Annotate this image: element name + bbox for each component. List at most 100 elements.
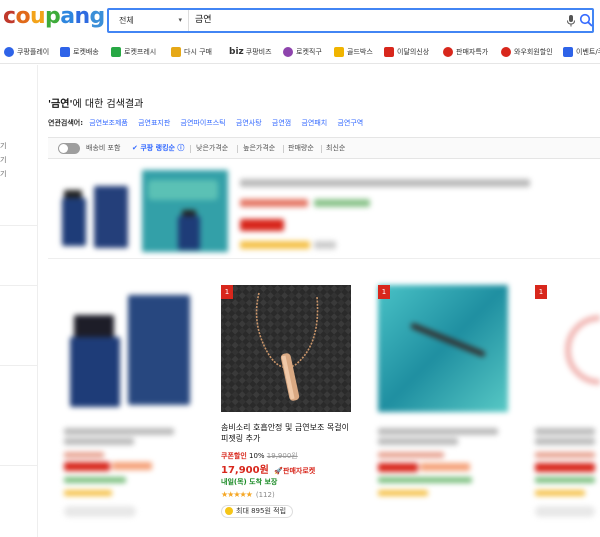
nav-item-events[interactable]: 이벤트/쿠 [563, 44, 600, 60]
product-image[interactable] [535, 285, 600, 412]
rocket-icon: 🚀 [274, 467, 284, 475]
sidebar-fragment[interactable]: 기 [0, 141, 6, 151]
product-image[interactable] [64, 285, 194, 412]
sidebar-divider [0, 465, 37, 466]
sidebar-divider [0, 365, 37, 366]
nav-item-wow-discount[interactable]: 와우회원할인 [501, 44, 553, 60]
related-keyword[interactable]: 금연파이프스틱 [181, 119, 226, 127]
coupang-logo[interactable]: coupang [3, 4, 105, 29]
category-nav: 쿠팡플레이 로켓배송 로켓프레시 다시 구매 biz 쿠팡비즈 로켓직구 골드박스… [0, 40, 600, 64]
necklace-photo [221, 285, 351, 412]
sidebar-fragment[interactable]: 기 [0, 169, 6, 179]
product-card[interactable]: 1 [378, 280, 512, 530]
chevron-down-icon: ▾ [178, 16, 182, 24]
review-count[interactable]: (112) [256, 491, 275, 499]
delivery-fee-toggle[interactable] [58, 143, 80, 154]
search-result-title: '금연'에 대한 검색결과 [48, 95, 143, 110]
related-label: 연관검색어: [48, 119, 83, 127]
nav-label: 로켓배송 [73, 48, 99, 56]
nav-label: 쿠팡비즈 [245, 48, 272, 56]
search-input[interactable] [195, 10, 545, 31]
coupon-row: 쿠폰할인 10% 19,900원 [221, 451, 298, 461]
reward-text: 최대 895원 적립 [236, 507, 287, 515]
rank-badge: 1 [535, 285, 547, 299]
nav-item-rocket-direct[interactable]: 로켓직구 [283, 44, 322, 60]
seller-rocket-badge: 🚀판매자로켓 [274, 467, 315, 475]
search-bar: 전체 ▾ [107, 8, 594, 33]
rank-badge: 1 [378, 285, 390, 299]
bag-icon [384, 47, 394, 57]
star-rating: ★★★★★ (112) [221, 490, 275, 499]
nav-label: 이벤트/쿠 [576, 48, 600, 56]
delivery-fee-label: 배송비 포함 [86, 144, 121, 152]
ad-image [142, 170, 228, 252]
nav-item-rocket-fresh[interactable]: 로켓프레시 [111, 44, 156, 60]
rocket-icon [60, 47, 70, 57]
related-keyword[interactable]: 금연표지판 [138, 119, 170, 127]
nav-label: 이달의신상 [397, 48, 430, 56]
related-keyword[interactable]: 금연구역 [337, 119, 363, 127]
nav-item-coupang-biz[interactable]: biz 쿠팡비즈 [229, 44, 272, 60]
sort-option-ranking[interactable]: ✔ 쿠팡 랭킹순 ⓘ [132, 143, 184, 153]
rank-badge: 1 [221, 285, 233, 299]
product-image[interactable] [221, 285, 351, 412]
wow-icon [501, 47, 511, 57]
related-keyword[interactable]: 금연패치 [301, 119, 327, 127]
search-keyword: '금연' [48, 99, 73, 110]
sale-price: 17,900원 [221, 465, 269, 476]
nav-item-seller-deals[interactable]: 판매자특가 [443, 44, 488, 60]
home-icon [171, 47, 181, 57]
product-card[interactable] [64, 280, 198, 530]
search-result-suffix: 에 대한 검색결과 [72, 99, 144, 110]
nav-label: 로켓프레시 [124, 48, 157, 56]
discount-rate: 10% [249, 452, 265, 460]
sponsored-product-row[interactable] [48, 165, 600, 259]
product-name[interactable]: 솜비소리 호흡안정 및 금연보조 목걸이 피젯링 추가 [221, 422, 355, 444]
nav-label: 골드박스 [347, 48, 373, 56]
nav-item-buy-again[interactable]: 다시 구매 [171, 44, 212, 60]
nav-item-gold-box[interactable]: 골드박스 [334, 44, 373, 60]
search-icon[interactable] [579, 13, 593, 27]
nav-label: 와우회원할인 [514, 48, 553, 56]
sort-bar: 배송비 포함 ✔ 쿠팡 랭킹순 ⓘ 낮은가격순 높은가격순 판매량순 최신순 [48, 137, 600, 159]
product-image[interactable] [378, 285, 508, 412]
play-icon [4, 47, 14, 57]
related-keyword[interactable]: 금연보조제품 [89, 119, 128, 127]
nav-label: 판매자특가 [456, 48, 489, 56]
delivery-guarantee: 내일(목) 도착 보장 [221, 478, 278, 486]
header: coupang 전체 ▾ [0, 0, 600, 36]
cash-reward-badge: 최대 895원 적립 [221, 505, 294, 518]
sidebar-fragment[interactable]: 기 [0, 155, 6, 165]
search-category-label: 전체 [119, 16, 134, 25]
sort-label: 쿠팡 랭킹순 [140, 144, 175, 152]
product-card[interactable]: 1 솜비소리 호흡안정 및 금연보조 목걸이 피젯링 추가 쿠폰할인 10% 1… [221, 280, 355, 530]
nav-item-new-this-month[interactable]: 이달의신상 [384, 44, 429, 60]
related-keyword[interactable]: 금연사탕 [236, 119, 262, 127]
stars-icon: ★★★★★ [221, 490, 253, 499]
nav-item-coupang-play[interactable]: 쿠팡플레이 [4, 44, 49, 60]
nav-label: 쿠팡플레이 [17, 48, 50, 56]
biz-icon: biz [229, 47, 244, 57]
related-keyword[interactable]: 금연껌 [272, 119, 291, 127]
related-keywords: 연관검색어: 금연보조제품 금연표지판 금연파이프스틱 금연사탕 금연껌 금연패… [48, 118, 371, 128]
sidebar-divider [0, 225, 37, 226]
sort-option-newest[interactable]: 최신순 [326, 143, 345, 153]
percent-icon [443, 47, 453, 57]
nav-label: 다시 구매 [184, 48, 212, 56]
nav-label: 로켓직구 [296, 48, 322, 56]
microphone-icon[interactable] [566, 15, 576, 27]
info-icon[interactable]: ⓘ [177, 144, 184, 152]
original-price: 19,900원 [266, 452, 298, 460]
sidebar-divider [0, 285, 37, 286]
sort-option-sales[interactable]: 판매량순 [288, 143, 314, 153]
gold-box-icon [334, 47, 344, 57]
nav-item-rocket-delivery[interactable]: 로켓배송 [60, 44, 99, 60]
search-category-select[interactable]: 전체 ▾ [109, 10, 189, 31]
sort-option-low-price[interactable]: 낮은가격순 [196, 143, 228, 153]
sort-option-high-price[interactable]: 높은가격순 [243, 143, 275, 153]
coupon-label: 쿠폰할인 [221, 452, 247, 460]
event-icon [563, 47, 573, 57]
product-card[interactable]: 1 [535, 280, 600, 530]
price-row: 17,900원 🚀판매자로켓 [221, 461, 315, 476]
rocket-fresh-icon [111, 47, 121, 57]
